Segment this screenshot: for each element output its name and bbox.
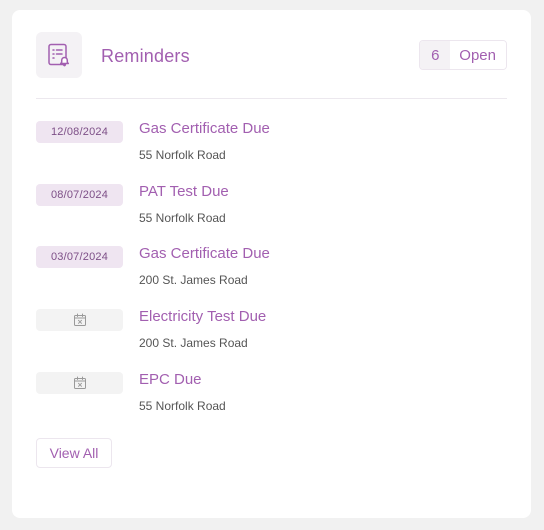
reminder-item[interactable]: 08/07/2024 PAT Test Due 55 Norfolk Road (36, 183, 507, 233)
reminder-address: 200 St. James Road (139, 273, 248, 287)
reminder-title[interactable]: Gas Certificate Due (139, 245, 270, 262)
date-badge: 03/07/2024 (36, 246, 123, 268)
reminder-address: 200 St. James Road (139, 336, 248, 350)
card-title: Reminders (101, 46, 190, 66)
no-date-badge (36, 372, 123, 394)
reminder-title[interactable]: Electricity Test Due (139, 308, 266, 325)
reminder-item[interactable]: Electricity Test Due 200 St. James Road (36, 308, 507, 358)
reminder-address: 55 Norfolk Road (139, 148, 226, 162)
date-badge: 08/07/2024 (36, 184, 123, 206)
reminder-item[interactable]: EPC Due 55 Norfolk Road (36, 371, 507, 421)
open-count-badge: 6 Open (419, 40, 507, 70)
open-count-label: Open (450, 41, 506, 69)
reminder-item[interactable]: 12/08/2024 Gas Certificate Due 55 Norfol… (36, 120, 507, 170)
reminder-list-icon (36, 32, 82, 78)
reminder-item[interactable]: 03/07/2024 Gas Certificate Due 200 St. J… (36, 245, 507, 295)
reminder-address: 55 Norfolk Road (139, 211, 226, 225)
reminder-address: 55 Norfolk Road (139, 399, 226, 413)
calendar-x-icon (73, 376, 86, 389)
reminder-title[interactable]: EPC Due (139, 371, 202, 388)
reminder-title[interactable]: PAT Test Due (139, 183, 229, 200)
open-count: 6 (420, 41, 451, 69)
reminders-card: Reminders 6 Open 12/08/2024 Gas Certific… (12, 10, 531, 518)
no-date-badge (36, 309, 123, 331)
date-badge: 12/08/2024 (36, 121, 123, 143)
reminder-title[interactable]: Gas Certificate Due (139, 120, 270, 137)
card-header: Reminders 6 Open (36, 32, 507, 80)
header-divider (36, 98, 507, 99)
view-all-button[interactable]: View All (36, 438, 112, 468)
calendar-x-icon (73, 313, 86, 326)
